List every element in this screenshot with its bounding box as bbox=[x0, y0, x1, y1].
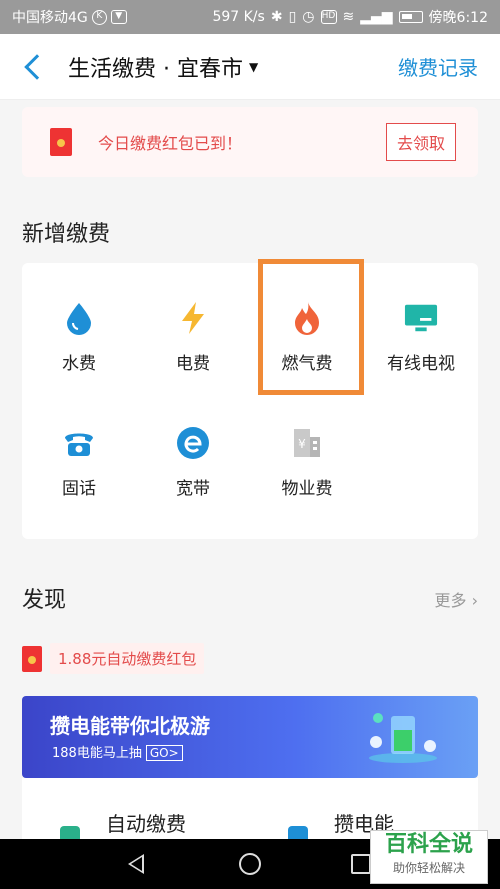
grid-item-broadband[interactable]: 宽带 bbox=[136, 388, 250, 508]
grid-label: 物业费 bbox=[281, 479, 333, 499]
property-icon: ¥ bbox=[290, 426, 324, 460]
grid-label: 固话 bbox=[62, 479, 96, 499]
watermark-logo: 百科全说 助你轻松解决 bbox=[370, 830, 488, 884]
grid-label: 有线电视 bbox=[387, 354, 455, 374]
red-packet-icon bbox=[22, 645, 42, 672]
nav-recents-icon[interactable] bbox=[351, 854, 371, 874]
page-title: 生活缴费 · 宜春市 bbox=[68, 56, 243, 82]
caret-down-icon: ▼ bbox=[248, 59, 259, 74]
k-badge-icon: K bbox=[91, 9, 107, 25]
battery-illustration-icon bbox=[368, 708, 438, 764]
clock-time: 傍晚6:12 bbox=[428, 10, 488, 26]
tv-icon bbox=[404, 301, 438, 335]
auto-pay-card[interactable]: 自动缴费 bbox=[106, 808, 186, 837]
more-link[interactable]: 更多 › bbox=[434, 587, 478, 611]
hd-icon: HD bbox=[320, 10, 337, 24]
payment-grid: 水费 电费 燃气费 有线电视 固话 宽带 ¥ 物业费 bbox=[22, 259, 478, 539]
banner-title: 攒电能带你北极游 bbox=[50, 714, 210, 738]
city-selector[interactable]: 生活缴费 · 宜春市 ▼ bbox=[68, 51, 258, 83]
payment-history-link[interactable]: 缴费记录 bbox=[398, 52, 478, 81]
grid-item-landline[interactable]: 固话 bbox=[22, 388, 136, 508]
auto-pay-tag-text: 1.88元自动缴费红包 bbox=[50, 643, 205, 674]
carrier-label: 中国移动4G bbox=[12, 10, 88, 26]
lightning-icon bbox=[176, 301, 210, 335]
promo-banner: 今日缴费红包已到！ 去领取 bbox=[22, 107, 478, 177]
nav-home-icon[interactable] bbox=[239, 853, 261, 875]
back-arrow-icon[interactable] bbox=[24, 53, 50, 80]
red-packet-icon bbox=[50, 128, 72, 156]
grid-label: 水费 bbox=[62, 354, 96, 374]
grid-label: 宽带 bbox=[176, 479, 210, 499]
broadband-icon bbox=[176, 426, 210, 460]
network-speed: 597 K/s bbox=[212, 9, 265, 25]
wifi-icon: ≋ bbox=[342, 9, 355, 25]
battery-icon bbox=[398, 11, 423, 23]
discover-title: 发现 bbox=[22, 588, 67, 613]
claim-button[interactable]: 去领取 bbox=[385, 123, 456, 161]
alarm-icon: ◷ bbox=[302, 9, 315, 25]
grid-item-electricity[interactable]: 电费 bbox=[136, 263, 250, 383]
promo-banner-arctic[interactable]: 攒电能带你北极游 188电能马上抽 GO> bbox=[22, 696, 478, 778]
auto-pay-tag[interactable]: 1.88元自动缴费红包 bbox=[22, 643, 205, 674]
nav-back-icon[interactable] bbox=[128, 854, 144, 874]
watermark-subtitle: 助你轻松解决 bbox=[392, 861, 465, 875]
grid-item-cable-tv[interactable]: 有线电视 bbox=[364, 263, 478, 383]
new-payment-title: 新增缴费 bbox=[22, 222, 111, 247]
promo-text: 今日缴费红包已到！ bbox=[98, 134, 243, 153]
vibrate-icon: ▯ bbox=[288, 9, 297, 25]
water-drop-icon bbox=[62, 301, 96, 335]
go-badge: GO> bbox=[145, 745, 183, 761]
grid-item-property[interactable]: ¥ 物业费 bbox=[250, 388, 364, 508]
grid-item-water[interactable]: 水费 bbox=[22, 263, 136, 383]
grid-label: 电费 bbox=[176, 354, 210, 374]
shield-badge-icon: ▼ bbox=[110, 10, 127, 24]
watermark-title: 百科全说 bbox=[384, 832, 473, 857]
status-bar: 中国移动4G K ▼ 597 K/s ✱ ▯ ◷ HD ≋ ▂▄▆ 傍晚6:12 bbox=[0, 0, 500, 34]
gas-highlight-frame bbox=[258, 259, 364, 395]
telephone-icon bbox=[62, 426, 96, 460]
chevron-right-icon: › bbox=[471, 591, 478, 610]
banner-subtitle: 188电能马上抽 GO> bbox=[52, 742, 183, 761]
banner-subtitle-text: 188电能马上抽 bbox=[52, 746, 142, 761]
more-label: 更多 bbox=[434, 591, 467, 610]
nav-bar: 生活缴费 · 宜春市 ▼ 缴费记录 bbox=[0, 34, 500, 100]
bluetooth-icon: ✱ bbox=[270, 9, 283, 25]
signal-icon: ▂▄▆ bbox=[360, 9, 393, 25]
svg-text:¥: ¥ bbox=[298, 437, 306, 451]
